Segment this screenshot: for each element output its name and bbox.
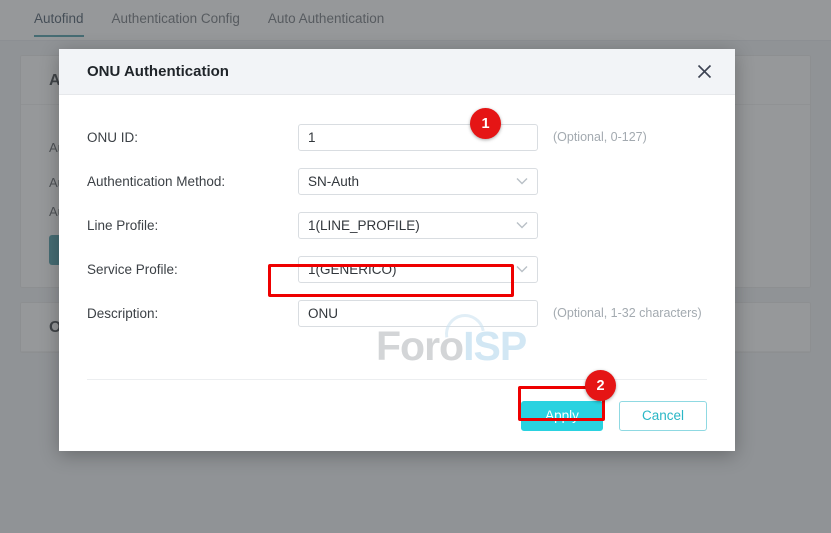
line-profile-select[interactable]: 1(LINE_PROFILE) — [298, 211, 538, 239]
field-row-onu-id: ONU ID: 1 (Optional, 0-127) — [87, 115, 707, 159]
auth-method-control: SN-Auth — [298, 167, 538, 195]
apply-button[interactable]: Apply — [521, 400, 603, 431]
line-profile-value: 1(LINE_PROFILE) — [308, 217, 420, 233]
chevron-down-icon — [516, 221, 528, 229]
chevron-down-icon — [516, 177, 528, 185]
auth-method-label: Authentication Method: — [87, 173, 226, 189]
dialog-title: ONU Authentication — [87, 63, 229, 80]
auth-method-value: SN-Auth — [308, 173, 360, 189]
close-icon[interactable] — [692, 60, 716, 84]
description-label: Description: — [87, 305, 159, 321]
service-profile-label: Service Profile: — [87, 261, 178, 277]
chevron-down-icon — [516, 265, 528, 273]
description-input[interactable]: ONU — [298, 299, 538, 327]
description-hint: (Optional, 1-32 characters) — [553, 306, 702, 320]
onu-id-control: 1 — [298, 123, 538, 151]
step-badge-2: 2 — [585, 370, 616, 401]
description-control: ONU — [298, 299, 538, 327]
dialog-body: ForoISP ONU ID: 1 (Optional, 0-127) Auth… — [59, 95, 735, 379]
cancel-button[interactable]: Cancel — [619, 400, 707, 431]
service-profile-control: 1(GENERICO) — [298, 255, 538, 283]
onu-id-label: ONU ID: — [87, 129, 139, 145]
field-row-auth-method: Authentication Method: SN-Auth — [87, 159, 707, 203]
line-profile-label: Line Profile: — [87, 217, 159, 233]
auth-method-select[interactable]: SN-Auth — [298, 167, 538, 195]
step-badge-1: 1 — [470, 108, 501, 139]
cancel-button-label: Cancel — [641, 408, 685, 423]
line-profile-control: 1(LINE_PROFILE) — [298, 211, 538, 239]
onu-id-value: 1 — [308, 129, 316, 145]
service-profile-value: 1(GENERICO) — [308, 261, 397, 277]
field-row-service-profile: Service Profile: 1(GENERICO) — [87, 247, 707, 291]
dialog-header: ONU Authentication — [59, 49, 735, 95]
apply-button-label: Apply — [545, 408, 579, 423]
onu-id-hint: (Optional, 0-127) — [553, 130, 647, 144]
field-row-description: Description: ONU (Optional, 1-32 charact… — [87, 291, 707, 335]
onu-authentication-dialog: ONU Authentication ForoISP ONU ID: 1 (Op… — [59, 49, 735, 451]
onu-id-input[interactable]: 1 — [298, 123, 538, 151]
service-profile-select[interactable]: 1(GENERICO) — [298, 255, 538, 283]
field-row-line-profile: Line Profile: 1(LINE_PROFILE) — [87, 203, 707, 247]
description-value: ONU — [308, 305, 338, 321]
